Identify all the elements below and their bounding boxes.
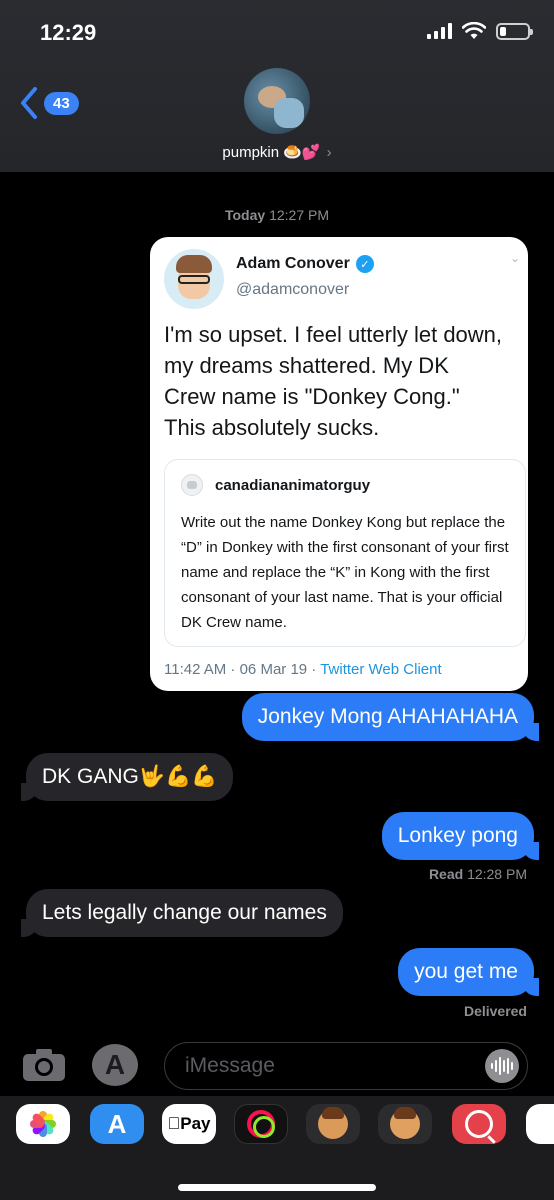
unread-count-badge: 43 xyxy=(44,91,79,115)
app-store-icon: A xyxy=(104,1049,126,1080)
read-label: Read xyxy=(428,866,464,882)
tweet-author: Adam Conover ✓ xyxy=(236,255,374,273)
wifi-icon xyxy=(462,22,486,39)
chevron-right-icon: › xyxy=(326,144,332,161)
app-store-icon[interactable]: A xyxy=(90,1104,144,1144)
chevron-left-icon xyxy=(21,87,37,119)
cellular-signal-icon xyxy=(427,23,452,39)
timestamp-time: 12:27 PM xyxy=(269,207,330,223)
status-indicators xyxy=(427,22,533,40)
read-time: 12:28 PM xyxy=(467,866,527,882)
camera-icon[interactable] xyxy=(22,1048,66,1082)
delivered-receipt: Delivered xyxy=(463,1003,527,1019)
tweet-client: Twitter Web Client xyxy=(320,661,442,678)
battery-icon xyxy=(496,22,533,40)
tweet-author-name: Adam Conover xyxy=(236,255,350,272)
received-message[interactable]: DK GANG🤟💪💪 xyxy=(20,753,234,801)
memoji-icon[interactable] xyxy=(306,1104,360,1144)
activity-icon[interactable] xyxy=(234,1104,288,1144)
apple-pay-icon[interactable]: Pay xyxy=(162,1104,216,1144)
contact-name-button[interactable]: pumpkin 🍮💕 › xyxy=(0,143,554,161)
home-indicator[interactable] xyxy=(178,1184,376,1191)
status-time: 12:29 xyxy=(40,20,97,45)
timestamp-day: Today xyxy=(224,207,266,223)
tweet-author-avatar xyxy=(164,249,224,309)
tweet-date: 11:42 AM · 06 Mar 19 · xyxy=(164,661,321,678)
sent-message[interactable]: Lonkey pong xyxy=(381,812,540,860)
sent-message[interactable]: Jonkey Mong AHAHAHAHA xyxy=(241,693,540,741)
quoted-tweet-text: Write out the name Donkey Kong but repla… xyxy=(181,514,509,631)
tweet-author-handle: @adamconover xyxy=(236,281,350,298)
app-store-button[interactable]: A xyxy=(92,1044,138,1086)
quoted-author-name: canadiananimatorguy xyxy=(215,477,371,494)
tweet-text: I'm so upset. I feel utterly let down, m… xyxy=(164,322,503,440)
sent-message[interactable]: you get me xyxy=(398,948,539,996)
more-app-icon[interactable] xyxy=(526,1104,554,1144)
memoji-stickers-icon[interactable] xyxy=(378,1104,432,1144)
tweet-meta: 11:42 AM · 06 Mar 19 · Twitter Web Clien… xyxy=(164,661,442,678)
read-receipt: Read 12:28 PM xyxy=(429,866,527,882)
chevron-down-icon: ⌄ xyxy=(509,251,520,265)
contact-name: pumpkin 🍮💕 xyxy=(222,144,321,161)
received-message[interactable]: Lets legally change our names xyxy=(21,889,343,937)
contact-avatar[interactable] xyxy=(244,68,310,134)
verified-badge-icon: ✓ xyxy=(355,255,374,273)
conversation-header: 12:29 43 pumpkin 🍮💕 › xyxy=(0,0,554,172)
quoted-tweet: canadiananimatorguy Write out the name D… xyxy=(164,459,526,647)
message-placeholder: iMessage xyxy=(185,1054,275,1077)
photos-icon[interactable] xyxy=(16,1104,70,1144)
back-button[interactable]: 43 xyxy=(18,86,79,120)
message-input[interactable]: iMessage xyxy=(164,1042,528,1090)
tweet-image-message[interactable]: Adam Conover ✓ @adamconover ⌄ I'm so ups… xyxy=(150,237,528,691)
audio-message-icon[interactable] xyxy=(485,1049,519,1083)
images-search-icon[interactable] xyxy=(452,1104,506,1144)
quoted-author-avatar xyxy=(181,474,203,496)
thread-timestamp: Today 12:27 PM xyxy=(0,207,554,223)
